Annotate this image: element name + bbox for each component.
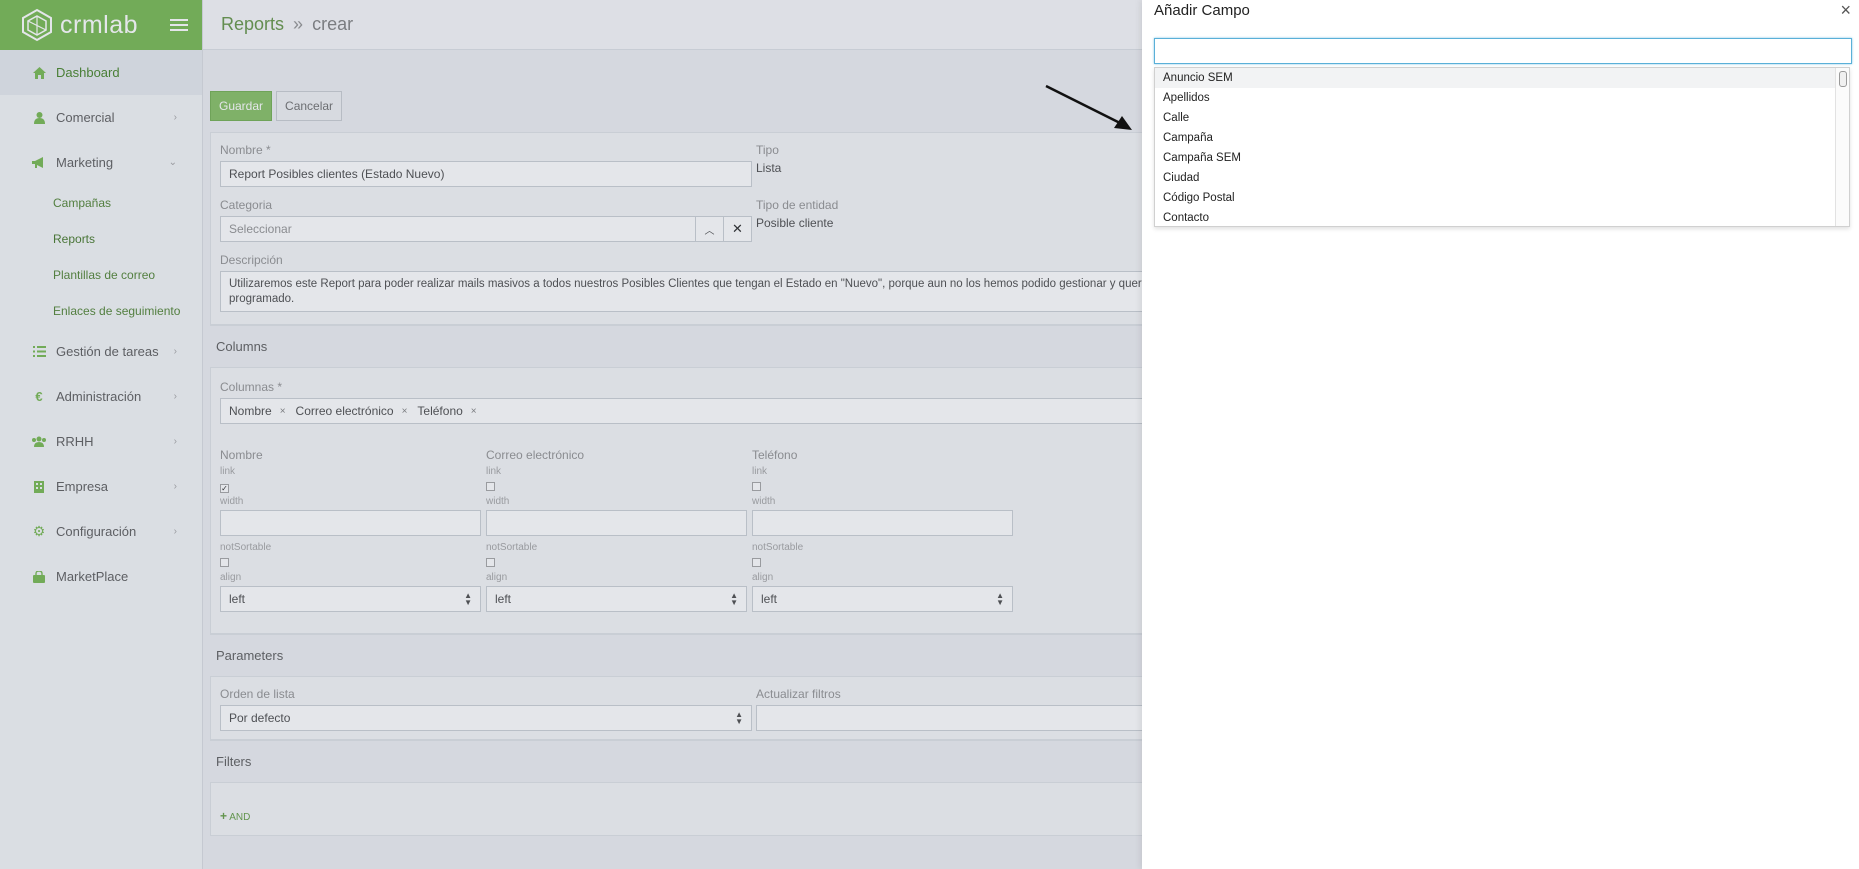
scrollbar-thumb[interactable]	[1839, 71, 1847, 87]
dropdown-option[interactable]: Campaña	[1155, 128, 1849, 148]
dropdown-option[interactable]: Ciudad	[1155, 168, 1849, 188]
dropdown-scrollbar[interactable]	[1835, 68, 1849, 226]
add-field-drawer: Añadir Campo × Anuncio SEM Apellidos Cal…	[1142, 0, 1859, 869]
dropdown-option[interactable]: Apellidos	[1155, 88, 1849, 108]
field-search-input[interactable]	[1154, 38, 1852, 64]
dropdown-option[interactable]: Anuncio SEM	[1155, 68, 1849, 88]
annotation-arrow-icon	[1045, 84, 1132, 130]
close-icon[interactable]: ×	[1840, 0, 1851, 21]
dropdown-option[interactable]: Calle	[1155, 108, 1849, 128]
dropdown-option[interactable]: Código Postal	[1155, 188, 1849, 208]
dropdown-option[interactable]: Contacto	[1155, 208, 1849, 226]
drawer-title: Añadir Campo	[1154, 2, 1250, 19]
dropdown-option[interactable]: Campaña SEM	[1155, 148, 1849, 168]
field-dropdown-list: Anuncio SEM Apellidos Calle Campaña Camp…	[1154, 67, 1850, 227]
